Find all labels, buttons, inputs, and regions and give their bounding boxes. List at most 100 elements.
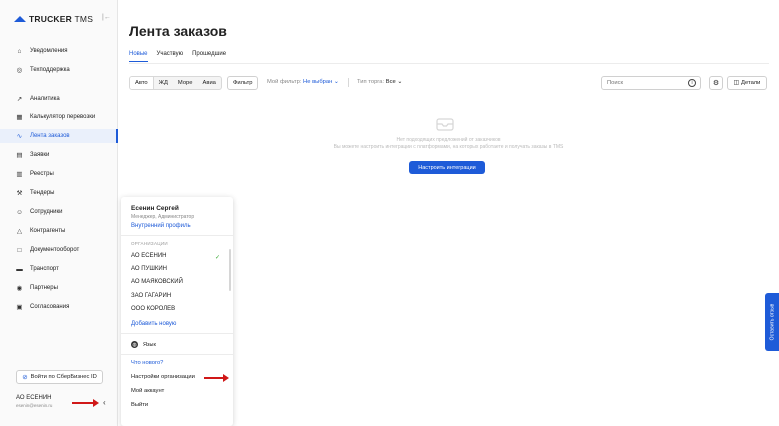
search-box: i bbox=[601, 76, 701, 90]
check-icon: ✓ bbox=[215, 255, 221, 261]
sidebar-item-approvals[interactable]: ▣ Согласования bbox=[0, 300, 118, 314]
org-item-mayakovsky[interactable]: АО МАЯКОВСКИЙ bbox=[131, 279, 183, 285]
truck-icon: ▬ bbox=[16, 265, 23, 273]
sidebar-item-label: Сотрудники bbox=[30, 209, 63, 215]
sidebar-item-label: Транспорт bbox=[30, 266, 59, 272]
sidebar-item-label: Техподдержка bbox=[30, 67, 70, 73]
trade-type-value: Все bbox=[385, 79, 396, 85]
sidebar-item-calculator[interactable]: ▦ Калькулятор перевозки bbox=[0, 110, 118, 124]
sidebar-item-partners[interactable]: ◉ Партнеры bbox=[0, 281, 118, 295]
collapse-sidebar-icon[interactable]: |← bbox=[102, 14, 111, 21]
my-account-link[interactable]: Мой аккаунт bbox=[131, 388, 164, 394]
sidebar-item-label: Реестры bbox=[30, 171, 54, 177]
current-org-name: АО ЕСЕНИН bbox=[16, 395, 52, 401]
setup-integrations-button[interactable]: Настроить интеграции bbox=[409, 161, 485, 174]
empty-inbox-icon bbox=[436, 118, 454, 131]
orgs-section-title: ОРГАНИЗАЦИИ bbox=[131, 241, 168, 246]
sidebar-item-employees[interactable]: ☺ Сотрудники bbox=[0, 205, 118, 219]
sidebar-item-bell[interactable]: ⌂ Уведомления bbox=[0, 44, 118, 58]
logo-name: TRUCKER bbox=[29, 14, 72, 24]
requests-icon: ▤ bbox=[16, 152, 23, 159]
menu-divider bbox=[121, 235, 233, 236]
transport-sea[interactable]: Море bbox=[173, 77, 198, 89]
sidebar-item-label: Аналитика bbox=[30, 96, 60, 102]
analytics-icon: ↗ bbox=[16, 96, 23, 103]
logo[interactable]: TRUCKER TMS bbox=[14, 14, 93, 24]
transport-rail[interactable]: ЖД bbox=[154, 77, 173, 89]
check-circle-icon: ⊘ bbox=[22, 374, 28, 381]
trade-type-label: Тип торга: bbox=[357, 79, 385, 85]
info-icon[interactable]: i bbox=[688, 79, 696, 87]
feedback-tab[interactable]: Оставить отзыв bbox=[765, 293, 779, 351]
filter-bar: Авто ЖД Море Авиа Фильтр Мой фильтр: Не … bbox=[129, 76, 769, 90]
transport-air[interactable]: Авиа bbox=[198, 77, 221, 89]
logo-suffix: TMS bbox=[74, 14, 94, 24]
menu-divider bbox=[121, 354, 233, 355]
tab-past[interactable]: Прошедшие bbox=[192, 51, 226, 62]
user-name: Есенин Сергей bbox=[131, 205, 179, 212]
details-label: Детали bbox=[741, 80, 761, 86]
transport-type-switch: Авто ЖД Море Авиа bbox=[129, 76, 222, 90]
profile-menu: Есенин Сергей Менеджер, Администратор Вн… bbox=[121, 197, 233, 426]
sidebar-item-truck[interactable]: ▬ Транспорт bbox=[0, 262, 118, 276]
org-item-korolev[interactable]: ООО КОРОЛЕВ bbox=[131, 306, 175, 312]
details-button[interactable]: ◫ Детали bbox=[727, 76, 767, 90]
sidebar-item-registers[interactable]: ▥ Реестры bbox=[0, 167, 118, 181]
user-role: Менеджер, Администратор bbox=[131, 214, 195, 220]
current-org-email: esenin@esenin.ru bbox=[16, 403, 53, 408]
logo-triangle-icon bbox=[14, 16, 26, 22]
documents-icon: □ bbox=[17, 246, 22, 254]
my-filter-dropdown[interactable]: Мой фильтр: Не выбран ⌄ bbox=[267, 79, 339, 85]
org-item-pushkin[interactable]: АО ПУШКИН bbox=[131, 266, 167, 272]
sidebar-item-requests[interactable]: ▤ Заявки bbox=[0, 148, 118, 162]
sidebar-item-contractors[interactable]: △ Контрагенты bbox=[0, 224, 118, 238]
sidebar-item-documents[interactable]: □ Документооборот bbox=[0, 243, 118, 257]
chevron-down-icon: ⌄ bbox=[332, 79, 339, 85]
sidebar-item-label: Тендеры bbox=[30, 190, 55, 196]
feedback-label: Оставить отзыв bbox=[769, 303, 776, 341]
settings-button[interactable]: ⚙ bbox=[709, 76, 723, 90]
org-item-gagarin[interactable]: ЗАО ГАГАРИН bbox=[131, 293, 171, 299]
logout-link[interactable]: Выйти bbox=[131, 402, 148, 408]
filter-button[interactable]: Фильтр bbox=[227, 76, 259, 90]
tab-participating[interactable]: Участвую bbox=[157, 51, 184, 62]
my-filter-value: Не выбран bbox=[303, 79, 333, 85]
language-item[interactable]: ◍ Язык bbox=[131, 341, 156, 348]
sidebar: TRUCKER TMS |← ⌂ Уведомления ◎ Техподдержка… bbox=[0, 0, 118, 426]
approvals-icon: ▣ bbox=[16, 304, 23, 311]
sidebar-item-label: Заявки bbox=[30, 152, 50, 158]
sidebar-item-analytics[interactable]: ↗ Аналитика bbox=[0, 92, 118, 106]
filter-separator bbox=[348, 78, 349, 87]
sber-login-button[interactable]: ⊘ Войти по СберБизнес ID bbox=[16, 370, 103, 384]
empty-state-text: Вы можете настроить интеграции с платфор… bbox=[333, 144, 564, 150]
my-filter-label: Мой фильтр: bbox=[267, 79, 302, 85]
org-item-esenin[interactable]: АО ЕСЕНИН bbox=[131, 253, 167, 259]
search-input[interactable] bbox=[607, 80, 677, 86]
internal-profile-link[interactable]: Внутренний профиль bbox=[131, 223, 191, 229]
trade-type-dropdown[interactable]: Тип торга: Все ⌄ bbox=[357, 79, 402, 85]
sidebar-item-label: Контрагенты bbox=[30, 228, 66, 234]
annotation-arrow-sidebar bbox=[72, 399, 99, 407]
sidebar-item-tenders[interactable]: ⚒ Тендеры bbox=[0, 186, 118, 200]
annotation-arrow-org-settings bbox=[204, 374, 229, 382]
add-org-link[interactable]: Добавить новую bbox=[131, 321, 176, 327]
registers-icon: ▥ bbox=[16, 171, 23, 178]
support-icon: ◎ bbox=[16, 67, 23, 74]
sidebar-item-support[interactable]: ◎ Техподдержка bbox=[0, 63, 118, 77]
employees-icon: ☺ bbox=[16, 208, 23, 216]
tabs-divider bbox=[129, 63, 769, 64]
org-settings-link[interactable]: Настройки организации bbox=[131, 374, 195, 380]
menu-divider bbox=[121, 333, 233, 334]
whats-new-link[interactable]: Что нового? bbox=[131, 360, 163, 366]
tab-new[interactable]: Новые bbox=[129, 51, 148, 62]
current-org-block[interactable]: АО ЕСЕНИН esenin@esenin.ru bbox=[16, 395, 52, 408]
sidebar-item-label: Документооборот bbox=[30, 247, 80, 253]
gear-icon: ⚙ bbox=[712, 80, 720, 87]
sber-login-label: Войти по СберБизнес ID bbox=[30, 374, 97, 380]
orgs-scrollbar[interactable] bbox=[229, 249, 231, 291]
chevron-left-icon[interactable]: ‹ bbox=[103, 398, 106, 407]
sidebar-item-label: Согласования bbox=[30, 304, 70, 310]
language-label: Язык bbox=[143, 341, 156, 348]
transport-auto[interactable]: Авто bbox=[130, 77, 154, 89]
sidebar-item-label: Партнеры bbox=[30, 285, 58, 291]
